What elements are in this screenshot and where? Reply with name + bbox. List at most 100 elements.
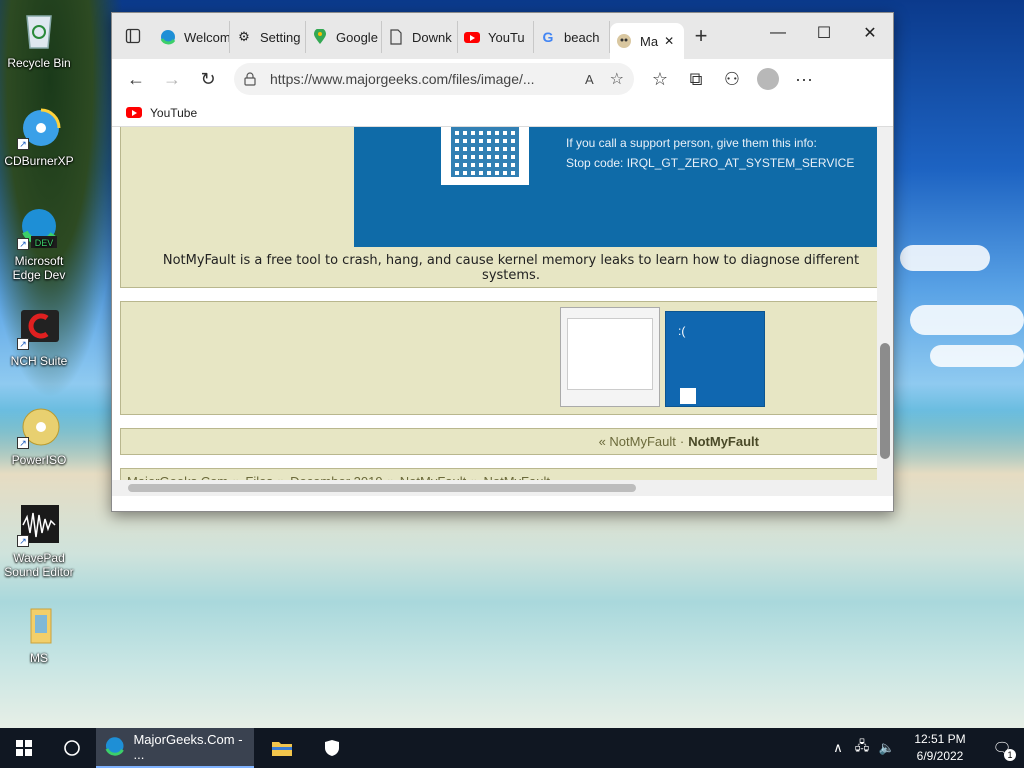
collections-icon: ⧉ [689,68,703,89]
poweriso-icon: ↗ [17,405,61,449]
desktop-icon-label: PowerISO [11,453,67,467]
more-options-button[interactable]: ··· [786,63,822,95]
search-button[interactable] [48,728,96,768]
tab-google-maps[interactable]: Google [306,21,382,53]
edge-icon [160,29,176,45]
browser-toolbar: ← → ↻ https://www.majorgeeks.com/files/i… [112,59,893,99]
tab-actions-button[interactable] [112,13,154,59]
volume-icon[interactable]: 🔈 [874,728,900,768]
wavepad-icon: ↗ [17,503,61,547]
close-tab-icon[interactable]: ✕ [664,34,674,48]
minimize-button[interactable]: — [755,13,801,53]
refresh-button[interactable]: ↻ [190,63,226,95]
desktop-icon-edge-dev[interactable]: DEV ↗ Microsoft Edge Dev [0,206,78,282]
forward-button[interactable]: → [154,63,190,95]
read-aloud-icon[interactable]: A [585,72,594,87]
tab-strip: Welcom ⚙ Setting Google Downk YouTu G be… [112,13,893,59]
majorgeeks-icon [616,33,632,49]
taskbar-file-explorer[interactable] [254,728,310,768]
desktop-icon-label: WavePad Sound Editor [4,551,74,579]
desktop-icon-poweriso[interactable]: ↗ PowerISO [0,405,78,467]
add-favorite-icon[interactable]: ☆ [610,69,624,89]
folder-icon [17,603,61,647]
address-bar[interactable]: https://www.majorgeeks.com/files/image/.… [234,63,634,95]
notification-button[interactable]: 🗨 1 [980,728,1024,768]
tab-majorgeeks[interactable]: Ma ✕ [610,23,684,59]
favorites-button[interactable]: ☆ [642,63,678,95]
shortcut-arrow-icon: ↗ [17,238,29,250]
current-page-label: NotMyFault [688,434,759,449]
system-tray: ∧ 🖧 🔈 12:51 PM 6/9/2022 🗨 1 [826,728,1024,768]
vertical-scrollbar[interactable] [877,127,893,496]
page-viewport[interactable]: If you call a support person, give them … [112,127,879,496]
tab-beach[interactable]: G beach [534,21,610,53]
svg-text:DEV: DEV [35,238,54,248]
thumbnails-panel: :( [120,301,879,415]
desktop-icon-label: CDBurnerXP [4,154,74,168]
desktop-icon-cdburnerxp[interactable]: ↗ CDBurnerXP [0,106,78,168]
desktop-icon-label: NCH Suite [10,354,68,368]
favorites-bar: YouTube [112,99,893,127]
vertical-scroll-thumb[interactable] [880,343,890,459]
taskbar: MajorGeeks.Com - ... ∧ 🖧 🔈 12:51 PM 6/9/… [0,728,1024,768]
tab-settings[interactable]: ⚙ Setting [230,21,306,53]
clock-time: 12:51 PM [914,732,966,746]
collections-button[interactable]: ⧉ [678,63,714,95]
desktop-icon-recycle-bin[interactable]: Recycle Bin [0,8,78,70]
bsod-line: Stop code: IRQL_GT_ZERO_AT_SYSTEM_SERVIC… [566,156,855,170]
clock[interactable]: 12:51 PM 6/9/2022 [900,728,980,768]
extensions-button[interactable]: ⚇ [714,63,750,95]
taskbar-app-label: MajorGeeks.Com - ... [133,732,243,762]
new-tab-button[interactable]: + [684,20,718,52]
desktop-icon-wavepad[interactable]: ↗ WavePad Sound Editor [0,503,78,579]
tab-actions-icon [125,28,141,44]
back-button[interactable]: ← [118,63,154,95]
horizontal-scroll-thumb[interactable] [128,484,636,492]
image-caption: NotMyFault is a free tool to crash, hang… [162,253,860,283]
favorite-youtube-link[interactable]: YouTube [150,106,197,120]
search-icon [64,740,80,756]
extensions-icon: ⚇ [723,68,741,89]
folder-icon [272,742,292,756]
bsod-line: If you call a support person, give them … [566,136,817,150]
cloud-decoration [900,245,990,271]
url-text: https://www.majorgeeks.com/files/image/.… [270,71,535,87]
network-icon[interactable]: 🖧 [850,728,874,768]
maximize-button[interactable]: ☐ [801,13,847,53]
prev-link[interactable]: « NotMyFault [599,434,676,449]
thumbnail-settings-dialog[interactable] [560,307,660,407]
taskbar-security[interactable] [310,728,354,768]
tab-label: Ma [640,33,659,49]
taskbar-app-edge[interactable]: MajorGeeks.Com - ... [96,728,254,768]
tab-label: YouTu [488,29,525,45]
thumbnail-bsod[interactable]: :( [665,311,765,407]
desktop-icon-ms-folder[interactable]: MS [0,603,78,665]
tray-overflow-button[interactable]: ∧ [826,728,850,768]
tab-welcome[interactable]: Welcom [154,21,230,53]
tab-label: Welcom [184,29,230,45]
shortcut-arrow-icon: ↗ [17,437,29,449]
recycle-bin-icon [17,8,61,52]
horizontal-scrollbar[interactable] [112,480,879,496]
close-window-button[interactable]: ✕ [847,13,893,53]
clock-date: 6/9/2022 [916,749,964,763]
cloud-decoration [910,305,1024,335]
start-button[interactable] [0,728,48,768]
tab-label: Downk [412,29,452,45]
tab-youtube[interactable]: YouTu [458,21,534,53]
nch-icon: ↗ [17,306,61,350]
lock-icon [244,72,256,86]
nav-separator: · [679,434,685,449]
profile-button[interactable] [750,63,786,95]
shortcut-arrow-icon: ↗ [17,535,29,547]
edge-dev-icon [105,737,124,756]
screenshot-panel: If you call a support person, give them … [120,127,879,288]
tab-downloads[interactable]: Downk [382,21,458,53]
bsod-image: If you call a support person, give them … [354,127,879,247]
notification-badge: 1 [1004,749,1016,761]
desktop-icon-nch-suite[interactable]: ↗ NCH Suite [0,306,78,368]
desktop-icon-label: MS [30,651,48,665]
browser-window[interactable]: Welcom ⚙ Setting Google Downk YouTu G be… [111,12,894,512]
shortcut-arrow-icon: ↗ [17,338,29,350]
youtube-icon [126,107,142,118]
